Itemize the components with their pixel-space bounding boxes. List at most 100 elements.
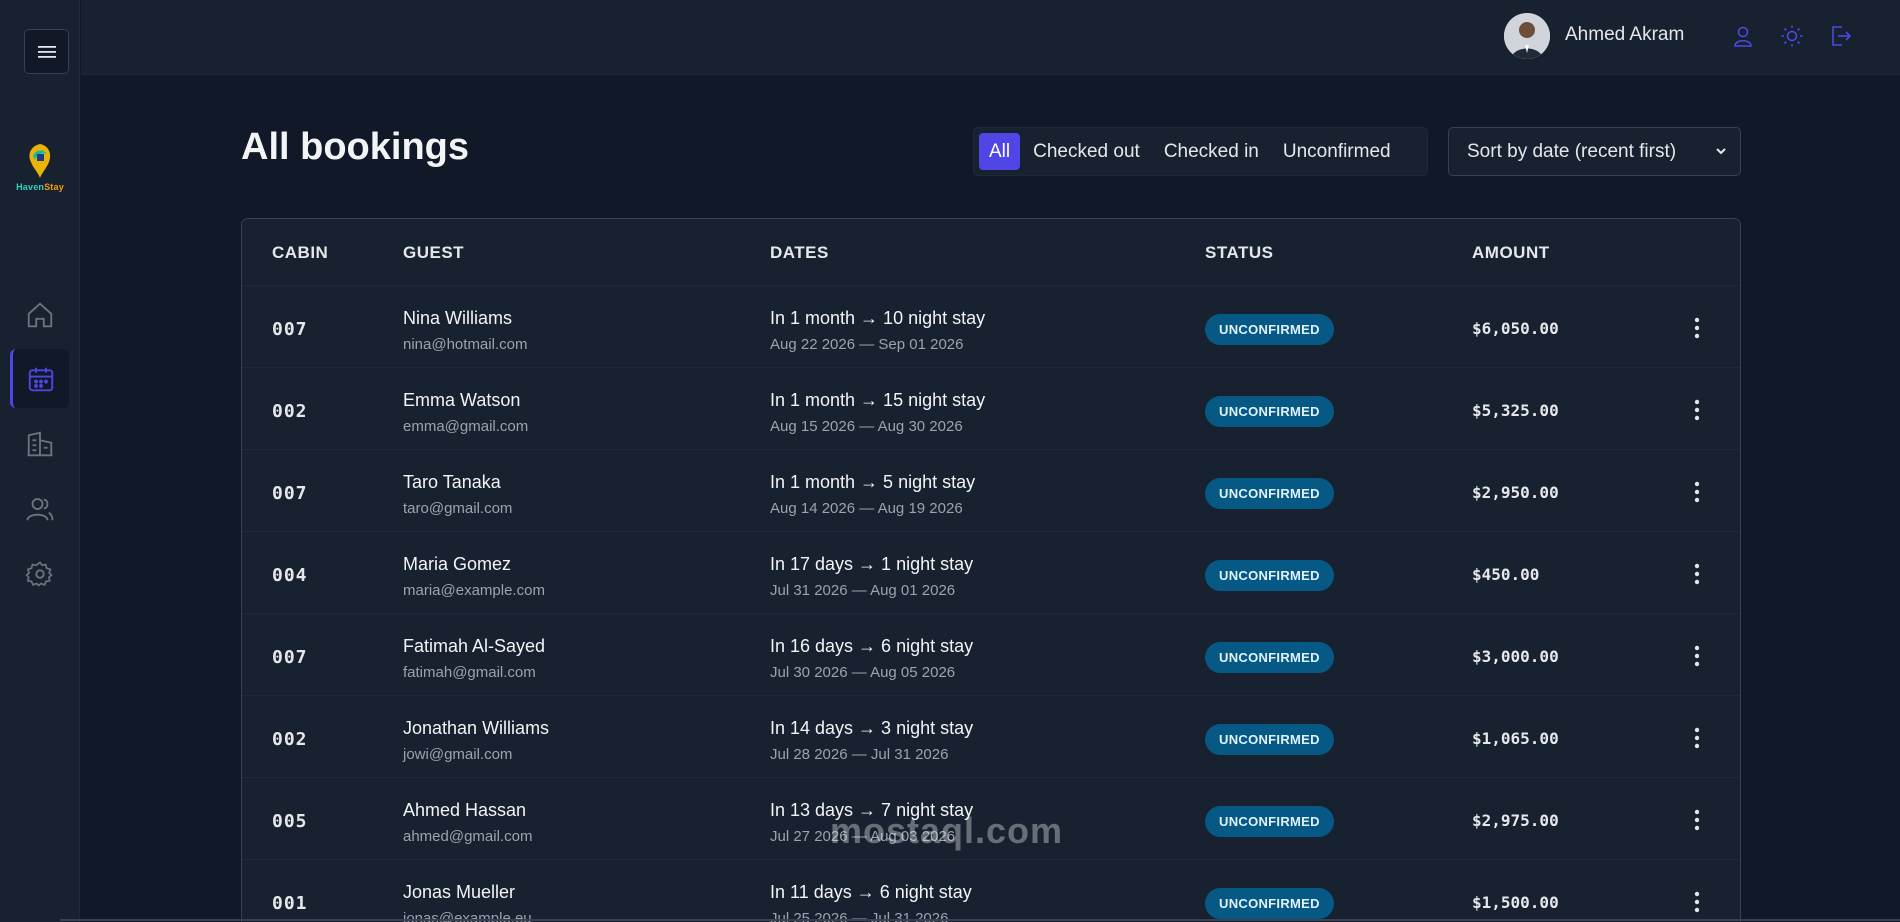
- user-name[interactable]: Ahmed Akram: [1565, 24, 1684, 46]
- kebab-menu-icon: [1694, 563, 1700, 585]
- home-icon: [27, 301, 52, 327]
- booking-amount: $3,000.00: [1472, 647, 1559, 666]
- user-photo: [1504, 13, 1550, 59]
- logout-button[interactable]: [1826, 22, 1854, 50]
- table-row[interactable]: 007 Fatimah Al-Sayed fatimah@gmail.com In 1…: [242, 614, 1740, 696]
- status-badge: UNCONFIRMED: [1205, 560, 1334, 591]
- kebab-menu-icon: [1694, 317, 1700, 339]
- cabin-number: 004: [272, 565, 308, 586]
- horizontal-scrollbar[interactable]: [60, 919, 1900, 921]
- calendar-icon: [28, 367, 54, 391]
- sort-select[interactable]: Sort by date (recent first): [1448, 127, 1741, 176]
- guest-email: emma@gmail.com: [403, 418, 529, 435]
- kebab-menu-icon: [1694, 481, 1700, 503]
- cabin-number: 007: [272, 647, 308, 668]
- filter-checked-in[interactable]: Checked in: [1153, 133, 1270, 170]
- booking-amount: $2,975.00: [1472, 811, 1559, 830]
- status-badge: UNCONFIRMED: [1205, 314, 1334, 345]
- filter-all[interactable]: All: [979, 133, 1021, 170]
- guest-name: Taro Tanaka: [403, 472, 501, 492]
- row-menu-button[interactable]: [1687, 314, 1707, 342]
- column-header-amount: AMOUNT: [1472, 243, 1550, 262]
- table-row[interactable]: 004 Maria Gomez maria@example.com In 17 day…: [242, 532, 1740, 614]
- booking-amount: $1,065.00: [1472, 729, 1559, 748]
- filter-checked-out[interactable]: Checked out: [1022, 133, 1151, 170]
- avatar[interactable]: [1504, 13, 1550, 59]
- sidebar-item-settings[interactable]: [10, 544, 69, 603]
- cabin-number: 002: [272, 401, 308, 422]
- row-menu-button[interactable]: [1687, 478, 1707, 506]
- gear-icon: [25, 560, 53, 587]
- status-badge: UNCONFIRMED: [1205, 396, 1334, 427]
- stay-date-range: Jul 31 2026 — Aug 01 2026: [770, 582, 956, 599]
- stay-date-range: Jul 30 2026 — Aug 05 2026: [770, 664, 956, 681]
- status-badge: UNCONFIRMED: [1205, 478, 1334, 509]
- guest-name: Maria Gomez: [403, 554, 512, 574]
- theme-toggle-button[interactable]: [1778, 22, 1806, 50]
- status-badge: UNCONFIRMED: [1205, 642, 1334, 673]
- status-badge: UNCONFIRMED: [1205, 724, 1334, 755]
- account-button[interactable]: [1729, 22, 1757, 50]
- page-title: All bookings: [241, 126, 469, 168]
- table-row[interactable]: 007 Taro Tanaka taro@gmail.com In 1 month →…: [242, 450, 1740, 532]
- booking-amount: $6,050.00: [1472, 319, 1559, 338]
- filter-unconfirmed[interactable]: Unconfirmed: [1272, 133, 1402, 170]
- stay-summary: In 11 days → 6 night stay: [770, 882, 972, 902]
- guest-name: Ahmed Hassan: [403, 800, 527, 820]
- guest-name: Jonas Mueller: [403, 882, 516, 902]
- row-menu-button[interactable]: [1687, 806, 1707, 834]
- cabin-number: 001: [272, 893, 308, 914]
- table-row[interactable]: 002 Emma Watson emma@gmail.com In 1 month →…: [242, 368, 1740, 450]
- logo-text: HavenStay: [16, 182, 64, 192]
- kebab-menu-icon: [1694, 645, 1700, 667]
- building-icon: [27, 431, 52, 456]
- guest-email: fatimah@gmail.com: [403, 664, 536, 681]
- guest-email: jowi@gmail.com: [403, 746, 513, 763]
- stay-summary: In 1 month → 5 night stay: [770, 472, 976, 492]
- status-badge: UNCONFIRMED: [1205, 888, 1334, 919]
- logo-icon: [29, 144, 51, 178]
- row-menu-button[interactable]: [1687, 396, 1707, 424]
- cabin-number: 002: [272, 729, 308, 750]
- stay-date-range: Aug 15 2026 — Aug 30 2026: [770, 418, 963, 435]
- booking-amount: $5,325.00: [1472, 401, 1559, 420]
- sidebar-item-bookings[interactable]: [10, 349, 69, 408]
- guest-name: Jonathan Williams: [403, 718, 550, 738]
- kebab-menu-icon: [1694, 891, 1700, 913]
- column-header-status: STATUS: [1205, 243, 1274, 262]
- table-row[interactable]: 001 Jonas Mueller jonas@example.eu In 11 da…: [242, 860, 1740, 922]
- row-menu-button[interactable]: [1687, 560, 1707, 588]
- cabin-number: 007: [272, 319, 308, 340]
- stay-summary: In 1 month → 10 night stay: [770, 308, 986, 328]
- sidebar-item-cabins[interactable]: [10, 414, 69, 473]
- kebab-menu-icon: [1694, 809, 1700, 831]
- stay-date-range: Aug 22 2026 — Sep 01 2026: [770, 336, 964, 353]
- row-menu-button[interactable]: [1687, 642, 1707, 670]
- stay-summary: In 16 days → 6 night stay: [770, 636, 974, 656]
- user-icon: [1734, 26, 1752, 47]
- column-header-guest: GUEST: [403, 243, 465, 262]
- row-menu-button[interactable]: [1687, 888, 1707, 916]
- booking-amount: $450.00: [1472, 565, 1540, 584]
- table-row[interactable]: 002 Jonathan Williams jowi@gmail.com In 14 …: [242, 696, 1740, 778]
- menu-toggle-button[interactable]: [24, 29, 69, 74]
- cabin-number: 005: [272, 811, 308, 832]
- status-badge: UNCONFIRMED: [1205, 806, 1334, 837]
- sidebar-item-users[interactable]: [10, 479, 69, 538]
- booking-amount: $2,950.00: [1472, 483, 1559, 502]
- stay-summary: In 14 days → 3 night stay: [770, 718, 974, 738]
- booking-filter: All Checked out Checked in Unconfirmed: [973, 127, 1428, 176]
- hamburger-icon: [37, 45, 56, 58]
- app-logo[interactable]: HavenStay: [16, 142, 64, 198]
- sun-icon: [1781, 25, 1803, 47]
- sort-select-value: Sort by date (recent first): [1467, 140, 1677, 162]
- stay-date-range: Aug 14 2026 — Aug 19 2026: [770, 500, 963, 517]
- logout-icon: [1832, 26, 1852, 46]
- sidebar-item-home[interactable]: [10, 285, 69, 344]
- table-row[interactable]: 007 Nina Williams nina@hotmail.com In 1 mon…: [242, 286, 1740, 368]
- guest-email: ahmed@gmail.com: [403, 828, 533, 845]
- chevron-down-icon: [1716, 148, 1726, 155]
- row-menu-button[interactable]: [1687, 724, 1707, 752]
- guest-name: Fatimah Al-Sayed: [403, 636, 546, 656]
- users-icon: [26, 497, 53, 521]
